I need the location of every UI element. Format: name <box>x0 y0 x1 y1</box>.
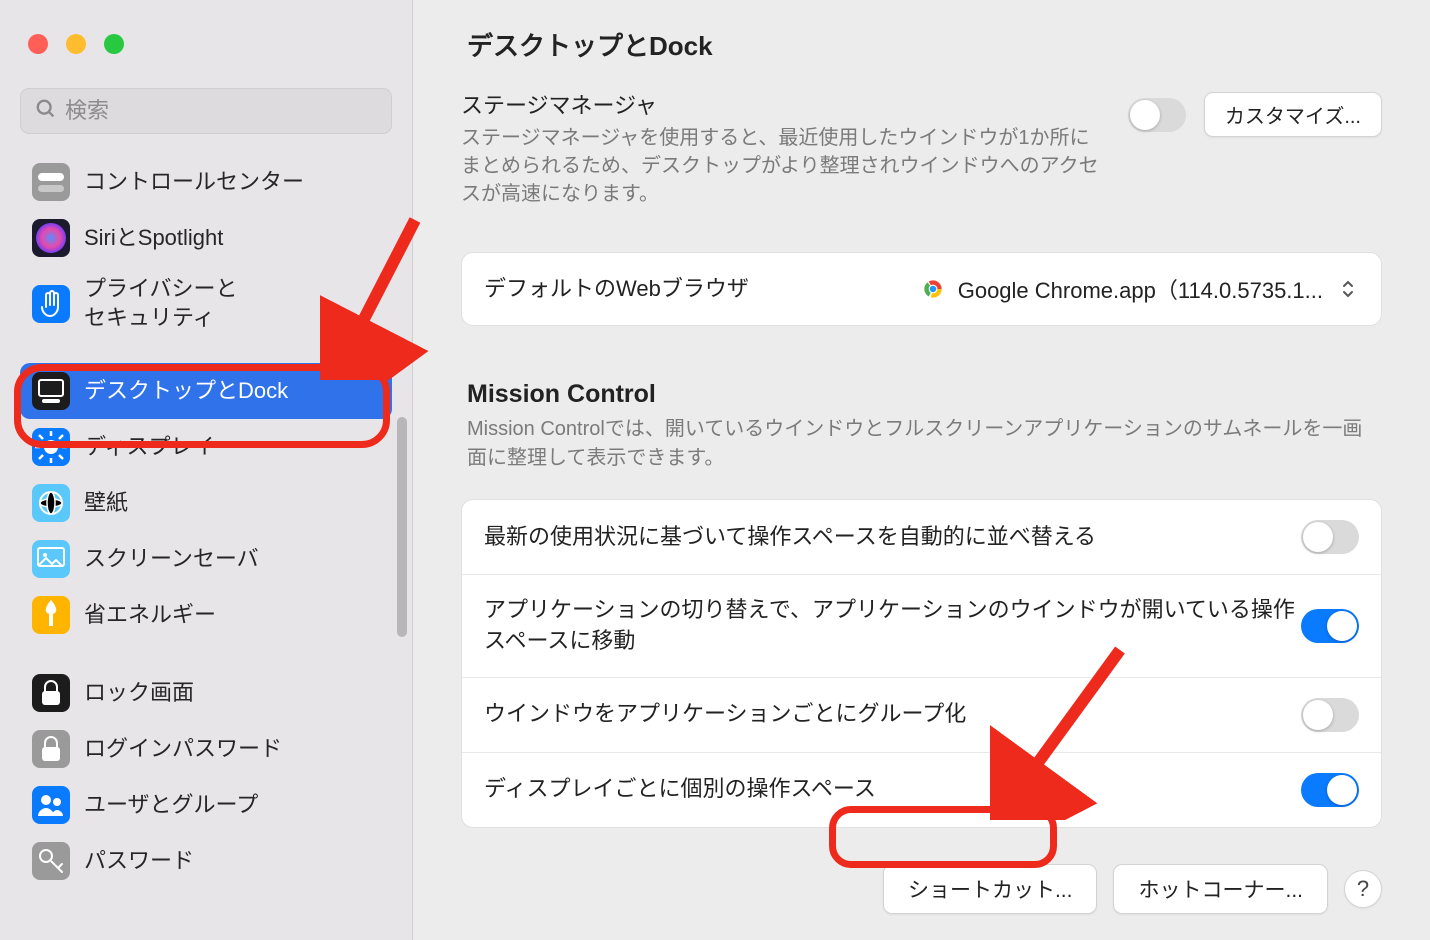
sidebar-item-screensaver[interactable]: スクリーンセーバ <box>20 531 392 587</box>
default-browser-value: Google Chrome.app（114.0.5735.1... <box>920 273 1323 305</box>
lock-icon <box>32 674 70 712</box>
mc-row-1: アプリケーションの切り替えで、アプリケーションのウインドウが開いている操作スペー… <box>462 575 1381 678</box>
sidebar-item-label: ディスプレイ <box>84 433 214 462</box>
main-header: デスクトップとDock <box>413 0 1430 88</box>
login-password-icon <box>32 730 70 768</box>
page-title: デスクトップとDock <box>467 26 713 63</box>
search-icon <box>35 98 57 125</box>
sidebar-scroll[interactable]: コントロールセンター SiriとSpotlight プライバシーと セキュリティデス… <box>0 149 412 940</box>
sidebar-item-label: ログインパスワード <box>84 735 282 764</box>
stage-manager-desc: ステージマネージャを使用すると、最近使用したウインドウが1か所にまとめられるため… <box>461 124 1108 208</box>
close-window-button[interactable] <box>28 34 48 54</box>
key-icon <box>32 842 70 880</box>
shortcuts-button[interactable]: ショートカット... <box>883 864 1098 914</box>
mc-row-label: アプリケーションの切り替えで、アプリケーションのウインドウが開いている操作スペー… <box>484 595 1301 657</box>
stage-manager-row: ステージマネージャ ステージマネージャを使用すると、最近使用したウインドウが1か… <box>461 88 1382 208</box>
default-browser-row[interactable]: デフォルトのWebブラウザ Google Chrome.app（114.0.57… <box>462 253 1381 325</box>
mission-control-group: 最新の使用状況に基づいて操作スペースを自動的に並べ替えるアプリケーションの切り替… <box>461 499 1382 828</box>
users-icon <box>32 786 70 824</box>
help-button[interactable]: ? <box>1344 870 1382 908</box>
display-icon <box>32 428 70 466</box>
main-content[interactable]: ステージマネージャ ステージマネージャを使用すると、最近使用したウインドウが1か… <box>413 88 1430 940</box>
sidebar-item-login-password[interactable]: ログインパスワード <box>20 721 392 777</box>
siri-icon <box>32 219 70 257</box>
mc-row-3: ディスプレイごとに個別の操作スペース <box>462 753 1381 827</box>
sidebar-item-hand[interactable]: プライバシーと セキュリティ <box>20 266 392 341</box>
mc-row-0: 最新の使用状況に基づいて操作スペースを自動的に並べ替える <box>462 500 1381 575</box>
system-settings-window: コントロールセンターSiriとSpotlightプライバシーと セキュリティデス… <box>0 0 1430 940</box>
sidebar-item-label: スクリーンセーバ <box>84 545 259 574</box>
default-browser-group: デフォルトのWebブラウザ Google Chrome.app（114.0.57… <box>461 252 1382 326</box>
search-container <box>0 88 412 149</box>
desktop-dock-icon <box>32 372 70 410</box>
minimize-window-button[interactable] <box>66 34 86 54</box>
sidebar-item-key[interactable]: パスワード <box>20 833 392 889</box>
mission-control-desc: Mission Controlでは、開いているウインドウとフルスクリーンアプリケ… <box>467 415 1382 473</box>
sidebar-list: コントロールセンター SiriとSpotlight プライバシーと セキュリティデス… <box>0 149 412 889</box>
mc-toggle-2[interactable] <box>1301 698 1359 732</box>
bottom-button-row: ショートカット... ホットコーナー... ? <box>461 864 1382 914</box>
chrome-icon <box>920 276 946 302</box>
screensaver-icon <box>32 540 70 578</box>
sidebar-item-control-center[interactable]: コントロールセンター <box>20 154 392 210</box>
titlebar <box>0 0 412 88</box>
sidebar: コントロールセンター SiriとSpotlight プライバシーと セキュリティデス… <box>0 0 413 940</box>
mc-toggle-1[interactable] <box>1301 609 1359 643</box>
sidebar-item-label: プライバシーと セキュリティ <box>84 275 238 332</box>
main-panel: デスクトップとDock ステージマネージャ ステージマネージャを使用すると、最近… <box>413 0 1430 940</box>
sidebar-item-label: ロック画面 <box>84 679 194 708</box>
hand-icon <box>32 285 70 323</box>
sidebar-item-wallpaper[interactable]: 壁紙 <box>20 475 392 531</box>
mc-row-2: ウインドウをアプリケーションごとにグループ化 <box>462 678 1381 753</box>
search-box[interactable] <box>20 88 392 134</box>
mission-control-title: Mission Control <box>467 380 1382 409</box>
sidebar-item-label: ユーザとグループ <box>84 791 258 820</box>
sidebar-item-display[interactable]: ディスプレイ <box>20 419 392 475</box>
mc-row-label: 最新の使用状況に基づいて操作スペースを自動的に並べ替える <box>484 522 1301 553</box>
updown-icon[interactable] <box>1337 275 1359 303</box>
default-browser-text: Google Chrome.app（114.0.5735.1... <box>958 273 1323 305</box>
stage-text: ステージマネージャ ステージマネージャを使用すると、最近使用したウインドウが1か… <box>461 88 1108 208</box>
scrollbar-thumb[interactable] <box>397 417 407 637</box>
mc-toggle-0[interactable] <box>1301 520 1359 554</box>
stage-controls: カスタマイズ... <box>1128 88 1382 137</box>
sidebar-item-label: デスクトップとDock <box>84 377 288 406</box>
search-input[interactable] <box>65 98 377 124</box>
mission-control-heading: Mission Control Mission Controlでは、開いているウ… <box>461 380 1382 473</box>
stage-manager-toggle[interactable] <box>1128 98 1186 132</box>
sidebar-item-label: コントロールセンター <box>84 168 304 197</box>
mc-row-label: ウインドウをアプリケーションごとにグループ化 <box>484 699 1301 730</box>
sidebar-item-desktop-dock[interactable]: デスクトップとDock <box>20 363 392 419</box>
sidebar-item-lock[interactable]: ロック画面 <box>20 665 392 721</box>
mc-row-label: ディスプレイごとに個別の操作スペース <box>484 774 1301 805</box>
energy-icon <box>32 596 70 634</box>
sidebar-item-label: SiriとSpotlight <box>84 224 223 253</box>
fullscreen-window-button[interactable] <box>104 34 124 54</box>
stage-customize-button[interactable]: カスタマイズ... <box>1204 92 1382 137</box>
stage-manager-title: ステージマネージャ <box>461 88 1108 120</box>
default-browser-label: デフォルトのWebブラウザ <box>484 274 920 305</box>
wallpaper-icon <box>32 484 70 522</box>
sidebar-item-users[interactable]: ユーザとグループ <box>20 777 392 833</box>
sidebar-item-label: 省エネルギー <box>84 601 216 630</box>
sidebar-item-siri[interactable]: SiriとSpotlight <box>20 210 392 266</box>
sidebar-item-label: 壁紙 <box>84 489 128 518</box>
hot-corners-button[interactable]: ホットコーナー... <box>1113 864 1328 914</box>
mc-toggle-3[interactable] <box>1301 773 1359 807</box>
control-center-icon <box>32 163 70 201</box>
sidebar-item-label: パスワード <box>84 847 194 876</box>
sidebar-item-energy[interactable]: 省エネルギー <box>20 587 392 643</box>
